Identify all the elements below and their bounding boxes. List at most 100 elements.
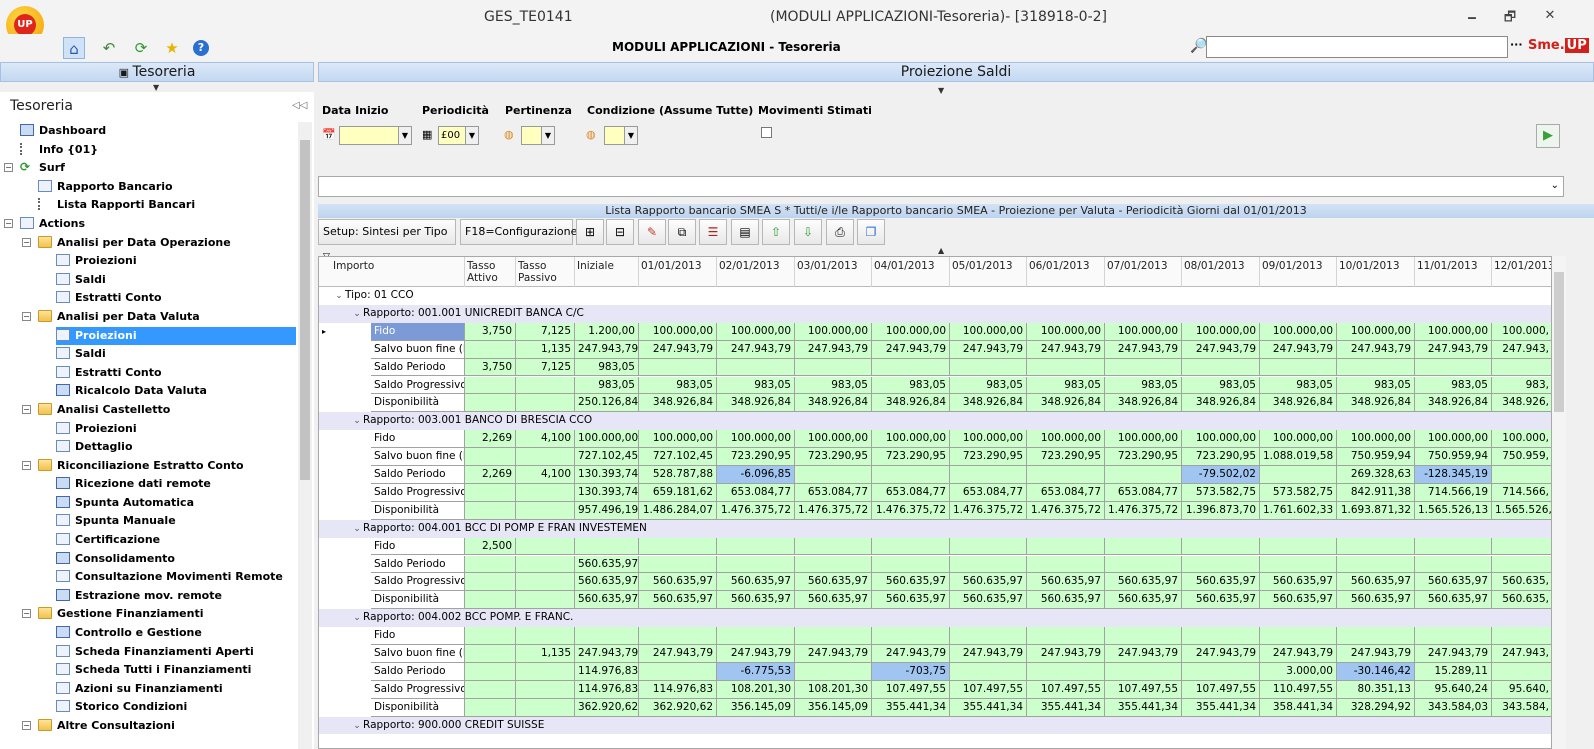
tasso-attivo-cell[interactable]	[465, 645, 516, 663]
rapporto-collapse-icon[interactable]: ⌄	[351, 610, 363, 628]
value-cell[interactable]: 247.943,79	[1415, 340, 1492, 359]
value-cell[interactable]: 343.584,	[1492, 698, 1551, 717]
value-cell[interactable]: 107.497,55	[950, 680, 1027, 699]
value-cell[interactable]: 107.497,55	[872, 680, 950, 699]
tasso-passivo-cell[interactable]: 7,125	[516, 322, 575, 341]
tasso-attivo-cell[interactable]	[465, 376, 516, 395]
row-label[interactable]: Saldo Periodo	[371, 466, 465, 484]
row-label[interactable]: Saldo Progressivo	[371, 483, 465, 502]
value-cell[interactable]: 560.635,97	[575, 591, 639, 610]
column-header[interactable]: 05/01/2013	[950, 257, 1027, 287]
column-header[interactable]: 03/01/2013	[795, 257, 872, 287]
table-row[interactable]: Disponibilità 250.126,84 348.926,84 348.926…	[319, 394, 1551, 413]
tasso-attivo-cell[interactable]	[465, 680, 516, 699]
value-cell[interactable]: 107.497,55	[1105, 680, 1182, 699]
tasso-attivo-cell[interactable]	[465, 555, 516, 574]
value-cell[interactable]	[795, 662, 872, 681]
value-cell[interactable]: 100.000,00	[1182, 430, 1260, 449]
row-label[interactable]: Disponibilità	[371, 501, 465, 520]
value-cell[interactable]: 560.635,97	[1337, 573, 1415, 592]
sidebar-collapse-icon[interactable]: ◁◁	[292, 100, 307, 111]
tasso-passivo-cell[interactable]	[516, 591, 575, 610]
tree-expander-icon[interactable]: −	[22, 404, 31, 414]
value-cell[interactable]	[1105, 662, 1182, 681]
value-cell[interactable]: 560.635,97	[1027, 591, 1105, 610]
value-cell[interactable]: 1.476.375,72	[795, 501, 872, 520]
tree-item[interactable]: − Actions	[0, 215, 298, 234]
value-cell[interactable]: 348.926,84	[1337, 394, 1415, 413]
value-cell[interactable]	[1260, 466, 1337, 484]
move-down-icon[interactable]: ⇩	[794, 219, 822, 245]
value-cell[interactable]	[1492, 662, 1551, 681]
value-cell[interactable]: 247.943,79	[717, 645, 795, 663]
tree-expander-icon[interactable]: −	[4, 218, 13, 228]
value-cell[interactable]	[1182, 662, 1260, 681]
tasso-passivo-cell[interactable]	[516, 627, 575, 645]
value-cell[interactable]	[639, 627, 717, 645]
value-cell[interactable]: 573.582,75	[1182, 483, 1260, 502]
row-label[interactable]: Saldo Progressivo	[371, 680, 465, 699]
value-cell[interactable]: 358.441,34	[1260, 698, 1337, 717]
tasso-attivo-cell[interactable]: 2,269	[465, 466, 516, 484]
value-cell[interactable]	[717, 627, 795, 645]
table-row[interactable]: Disponibilità 957.496,19 1.486.284,07 1.476…	[319, 501, 1551, 520]
tree-expander-icon[interactable]: −	[22, 311, 31, 321]
tree-expander-icon[interactable]: −	[22, 460, 31, 470]
tasso-passivo-cell[interactable]: 1,135	[516, 645, 575, 663]
value-cell[interactable]: 100.000,00	[795, 430, 872, 449]
rapporto-collapse-icon[interactable]: ⌄	[351, 521, 363, 539]
table-row[interactable]: Fido	[319, 627, 1551, 645]
value-cell[interactable]: 100.000,00	[1337, 322, 1415, 341]
tree-expander-icon[interactable]: −	[22, 721, 31, 730]
row-label[interactable]: Salvo buon fine (P)	[371, 448, 465, 466]
value-cell[interactable]	[1027, 537, 1105, 556]
tree-item[interactable]: Scheda Finanziamenti Aperti	[0, 643, 298, 662]
value-cell[interactable]: 714.566,	[1492, 483, 1551, 502]
tasso-passivo-cell[interactable]	[516, 573, 575, 592]
value-cell[interactable]: 983,05	[1260, 376, 1337, 395]
value-cell[interactable]: 560.635,97	[1027, 573, 1105, 592]
export-icon[interactable]: ✎	[638, 219, 666, 245]
favorite-star-icon[interactable]: ★	[161, 37, 183, 59]
tree-item[interactable]: Rapporto Bancario	[0, 178, 298, 197]
value-cell[interactable]	[950, 662, 1027, 681]
tasso-passivo-cell[interactable]	[516, 698, 575, 717]
table-row[interactable]: Saldo Progressivo 130.393,74 659.181,62 653…	[319, 483, 1551, 502]
value-cell[interactable]: 659.181,62	[639, 483, 717, 502]
value-cell[interactable]: 250.126,84	[575, 394, 639, 413]
value-cell[interactable]: 100.000,00	[1260, 430, 1337, 449]
value-cell[interactable]: 983,05	[639, 376, 717, 395]
value-cell[interactable]	[872, 537, 950, 556]
value-cell[interactable]	[1337, 627, 1415, 645]
value-cell[interactable]	[1260, 555, 1337, 574]
row-label[interactable]: Saldo Progressivo	[371, 376, 465, 395]
value-cell[interactable]	[1337, 358, 1415, 377]
grid-scrollbar-thumb[interactable]	[1554, 272, 1564, 412]
value-cell[interactable]: 328.294,92	[1337, 698, 1415, 717]
value-cell[interactable]: 714.566,19	[1415, 483, 1492, 502]
value-cell[interactable]: 983,	[1492, 376, 1551, 395]
value-cell[interactable]: 100.000,00	[1105, 430, 1182, 449]
left-collapse-arrow-icon[interactable]: ▼	[153, 83, 159, 92]
value-cell[interactable]	[872, 466, 950, 484]
value-cell[interactable]: 247.943,79	[1105, 645, 1182, 663]
row-label[interactable]: Disponibilità	[371, 698, 465, 717]
tasso-passivo-cell[interactable]	[516, 501, 575, 520]
tree-item[interactable]: − Analisi per Data Operazione	[0, 234, 298, 253]
table-row[interactable]: Saldo Progressivo 983,05 983,05 983,05 983,0…	[319, 376, 1551, 395]
row-label[interactable]: Salvo buon fine (P)	[371, 340, 465, 359]
value-cell[interactable]: 247.943,79	[1182, 340, 1260, 359]
command-input[interactable]: ⌄	[318, 176, 1564, 197]
left-panel-header[interactable]: ▣ Tesoreria	[0, 62, 314, 82]
value-cell[interactable]: 100.000,00	[575, 430, 639, 449]
tasso-passivo-cell[interactable]	[516, 448, 575, 466]
value-cell[interactable]: 100.000,00	[872, 430, 950, 449]
value-cell[interactable]: 1.486.284,07	[639, 501, 717, 520]
value-cell[interactable]: 1.088.019,58	[1260, 448, 1337, 466]
tree-item[interactable]: − Gestione Finanziamenti	[0, 605, 298, 624]
value-cell[interactable]: 100.000,00	[1337, 430, 1415, 449]
table-row[interactable]: Saldo Periodo 2,269 4,100 130.393,74 528.787…	[319, 466, 1551, 484]
value-cell[interactable]	[1492, 537, 1551, 556]
rapporto-group-row[interactable]: ⌄ Rapporto: 900.000 CREDIT SUISSE	[319, 716, 1551, 735]
value-cell[interactable]: 100.000,	[1492, 322, 1551, 341]
